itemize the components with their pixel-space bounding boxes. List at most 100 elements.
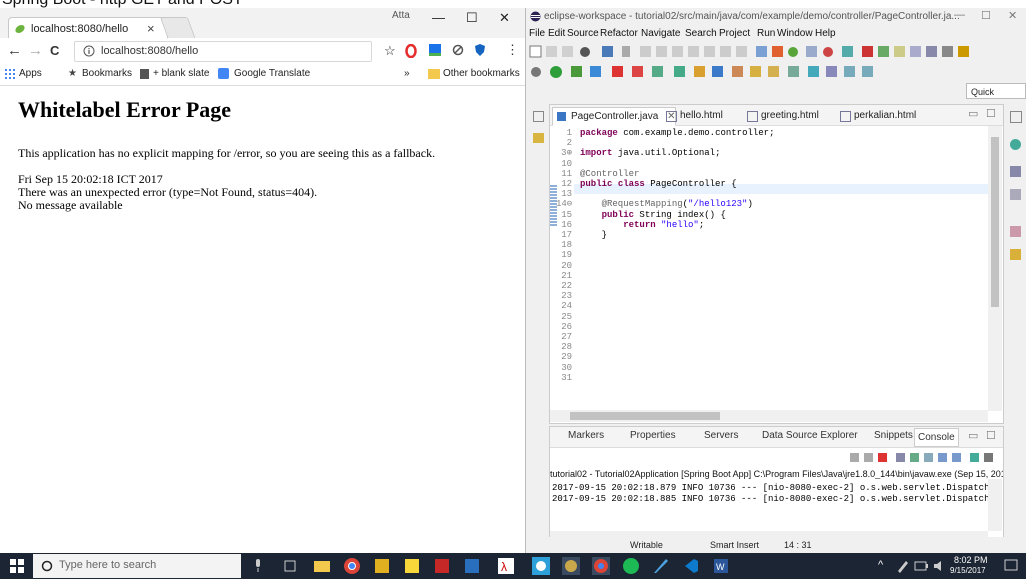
editor-vertical-scroll-thumb[interactable] [991,137,999,307]
bookmarks-overflow-button[interactable]: » [404,68,410,79]
block-icon[interactable] [452,44,464,56]
bookmark-bookmarks[interactable]: Bookmarks [82,68,132,79]
chrome-taskbar-icon[interactable] [592,557,610,575]
restore-right-icon[interactable] [1010,111,1022,123]
package-explorer-icon[interactable] [533,133,544,143]
show-hidden-icons-button[interactable]: ^ [878,559,883,571]
editor-minimize-button[interactable]: ▭ [968,107,978,120]
console-maximize-button[interactable]: ☐ [986,429,996,442]
chrome-menu-icon[interactable]: ⋮ [506,42,519,58]
menu-project[interactable]: Project [719,28,750,39]
omnibox[interactable]: localhost:8080/hello [74,41,372,62]
java-file-icon [557,112,566,121]
menu-file[interactable]: File [529,28,545,39]
editor-tab-perkalian[interactable]: perkalian.html [836,107,944,124]
restore-view-icon[interactable] [533,111,544,122]
eclipse-close-button[interactable]: ✕ [1008,9,1017,22]
outline-icon[interactable] [1010,139,1021,150]
menu-help[interactable]: Help [815,28,836,39]
task-list-icon[interactable] [1010,166,1021,177]
tab-console[interactable]: Console [914,428,959,447]
eclipse-menu-bar: File Edit Source Refactor Navigate Searc… [526,26,1026,42]
messenger-icon[interactable] [532,557,550,575]
word-icon[interactable]: W [712,557,730,575]
line-number: 29 [561,352,572,363]
bookmark-other[interactable]: Other bookmarks [443,68,520,79]
line-number: 31 [561,372,572,383]
browser-tab[interactable]: localhost:8080/hello × [8,17,168,40]
eclipse-title-bar: eclipse-workspace - tutorial02/src/main/… [526,8,1026,26]
file-explorer-icon[interactable] [313,557,331,575]
pen-app-icon[interactable] [652,557,670,575]
bookmark-google-translate[interactable]: Google Translate [234,68,310,79]
menu-navigate[interactable]: Navigate [641,28,680,39]
editor-tab-greeting[interactable]: greeting.html [743,107,845,124]
line-number: 18 [561,240,572,251]
clock-time[interactable]: 8:02 PM [954,555,988,565]
editor-tab-pagecontroller[interactable]: PageController.java ✕ [552,107,676,126]
battery-icon[interactable] [914,560,928,572]
compare-icon [910,46,921,57]
info-icon[interactable] [83,45,95,57]
microphone-icon[interactable] [253,559,263,573]
clock-date[interactable]: 9/15/2017 [950,566,986,575]
eclipse-taskbar-icon[interactable] [562,557,580,575]
menu-refactor[interactable]: Refactor [600,28,638,39]
spring-explorer-icon[interactable] [1010,226,1021,237]
menu-source[interactable]: Source [567,28,599,39]
menu-run[interactable]: Run [757,28,775,39]
menu-window[interactable]: Window [777,28,813,39]
task-view-icon[interactable] [283,559,297,573]
tab-snippets[interactable]: Snippets [874,430,913,441]
minimize-button[interactable]: — [432,10,445,25]
taskbar-search-box[interactable]: Type here to search [33,554,241,578]
pen-workspace-icon[interactable] [896,559,910,573]
chrome-icon[interactable] [343,557,361,575]
profile-name[interactable]: Atta [392,10,410,21]
editor-maximize-button[interactable]: ☐ [986,107,996,120]
quick-access-field[interactable]: Quick Access [966,83,1026,113]
back-button[interactable]: ← [7,42,22,59]
bookmark-apps[interactable]: Apps [19,68,42,79]
volume-icon[interactable] [932,559,946,573]
console-vertical-scrollbar[interactable] [988,479,1002,531]
pdf-reader-icon[interactable] [433,557,451,575]
error-message: No message available [18,198,123,212]
svg-text:λ: λ [501,560,507,574]
opera-icon[interactable] [405,44,417,58]
extension-new-icon[interactable] [428,43,442,57]
bookmark-blank-slate[interactable]: + blank slate [153,68,209,79]
editor-horizontal-scroll-thumb[interactable] [570,412,720,420]
shield-icon[interactable] [474,43,486,57]
tab-data-source-explorer[interactable]: Data Source Explorer [762,430,858,441]
vscode-icon[interactable] [682,557,700,575]
remote-desktop-icon[interactable] [463,557,481,575]
forward-button[interactable]: → [28,42,43,59]
maximize-button[interactable]: ☐ [466,10,478,26]
notes-app-icon[interactable] [373,557,391,575]
eclipse-minimize-button[interactable]: — [954,9,965,21]
tab-close-icon[interactable]: × [147,21,155,36]
new-package-icon [694,66,705,77]
tab-markers[interactable]: Markers [568,430,604,441]
editor-tab-hello[interactable]: hello.html [662,107,750,124]
reload-button[interactable]: C [50,43,59,58]
menu-search[interactable]: Search [685,28,717,39]
action-center-icon[interactable] [1004,559,1018,573]
sticky-notes-icon[interactable] [403,557,421,575]
tab-properties[interactable]: Properties [630,430,676,441]
boot-dashboard-icon[interactable] [1010,249,1021,260]
hierarchy-icon[interactable] [1010,189,1021,200]
console-minimize-button[interactable]: ▭ [968,429,978,442]
tab-servers[interactable]: Servers [704,430,738,441]
menu-edit[interactable]: Edit [548,28,565,39]
eclipse-maximize-button[interactable]: ☐ [981,9,991,22]
spotify-icon[interactable] [622,557,640,575]
bookmark-star-icon[interactable]: ☆ [384,43,396,59]
code-editor[interactable]: 1 package com.example.demo.controller; 2 3⊕… [550,126,988,410]
close-button[interactable]: ✕ [499,10,510,26]
acrobat-icon[interactable]: λ [497,557,515,575]
windows-start-icon[interactable] [10,559,24,573]
disconnect-icon [688,46,699,57]
prev-annotation-icon [808,66,819,77]
